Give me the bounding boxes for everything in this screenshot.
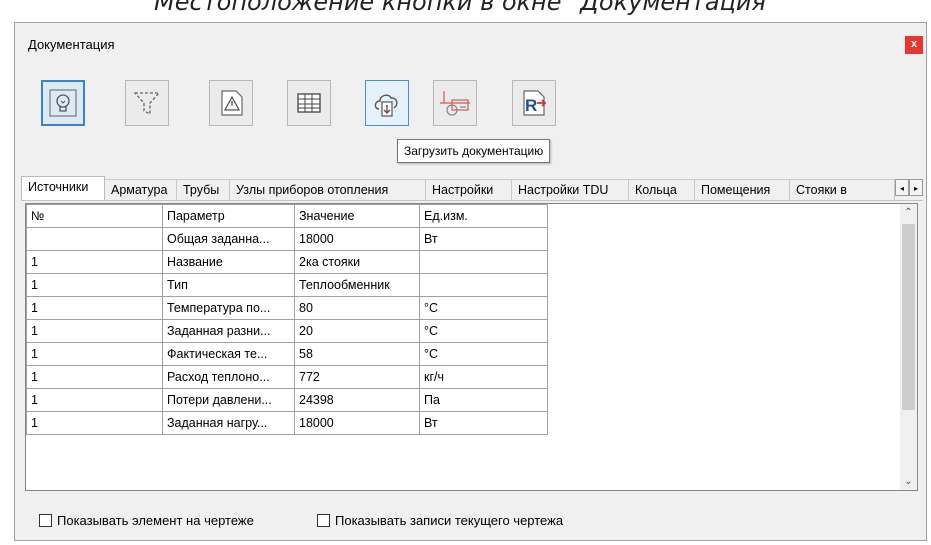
cell-unit[interactable]: Па: [419, 388, 548, 412]
table-row[interactable]: 1 Название 2ка стояки: [26, 250, 548, 274]
cell-unit[interactable]: Вт: [419, 411, 548, 435]
cell-value[interactable]: 18000: [294, 227, 420, 251]
table-row[interactable]: 1 Фактическая те... 58 °С: [26, 342, 548, 366]
caption: Местоположение кнопки в окне "Документац…: [154, 0, 777, 16]
tab-risers[interactable]: Стояки в: [789, 179, 895, 200]
column-header-value[interactable]: Значение: [294, 204, 420, 228]
tab-settings-tdu[interactable]: Настройки TDU: [511, 179, 629, 200]
cell-unit[interactable]: кг/ч: [419, 365, 548, 389]
tab-scroll-right[interactable]: ▸: [909, 179, 923, 196]
cell-unit[interactable]: Вт: [419, 227, 548, 251]
scroll-down-icon[interactable]: ⌄: [900, 473, 917, 490]
cell-number[interactable]: 1: [26, 296, 163, 320]
cell-value[interactable]: 2ка стояки: [294, 250, 420, 274]
cell-number[interactable]: [26, 227, 163, 251]
tab-settings[interactable]: Настройки: [425, 179, 512, 200]
tab-heater-nodes[interactable]: Узлы приборов отопления: [229, 179, 426, 200]
table-row[interactable]: 1 Температура по... 80 °С: [26, 296, 548, 320]
cell-parameter[interactable]: Тип: [162, 273, 295, 297]
cell-unit[interactable]: °С: [419, 342, 548, 366]
cell-number[interactable]: 1: [26, 411, 163, 435]
filter-button[interactable]: [125, 80, 169, 126]
window-title: Документация: [28, 37, 115, 52]
parameters-grid: № Параметр Значение Ед.изм. Общая заданн…: [25, 203, 918, 491]
warning-icon: [221, 90, 243, 116]
cell-unit[interactable]: [419, 273, 548, 297]
table-row[interactable]: 1 Расход теплоно... 772 кг/ч: [26, 365, 548, 389]
show-records-checkbox[interactable]: [317, 514, 330, 527]
show-element-checkbox[interactable]: [39, 514, 52, 527]
tooltip: Загрузить документацию: [397, 139, 551, 163]
pipe-refresh-icon: [440, 91, 470, 116]
cell-number[interactable]: 1: [26, 342, 163, 366]
column-header-number[interactable]: №: [26, 204, 163, 228]
warning-button[interactable]: [209, 80, 253, 126]
cell-parameter[interactable]: Заданная нагру...: [162, 411, 295, 435]
close-button[interactable]: x: [905, 36, 923, 54]
cell-value[interactable]: 80: [294, 296, 420, 320]
documentation-window: Документация x R Загрузить документацию …: [14, 22, 927, 541]
show-records-option[interactable]: Показывать записи текущего чертежа: [317, 513, 563, 528]
lightbulb-icon: [49, 89, 77, 117]
table-button[interactable]: [287, 80, 331, 126]
cell-unit[interactable]: °С: [419, 319, 548, 343]
tab-pipes[interactable]: Трубы: [176, 179, 230, 200]
cell-parameter[interactable]: Расход теплоно...: [162, 365, 295, 389]
cell-value[interactable]: Теплообменник: [294, 273, 420, 297]
table-row[interactable]: 1 Тип Теплообменник: [26, 273, 548, 297]
cell-value[interactable]: 772: [294, 365, 420, 389]
cell-parameter[interactable]: Общая заданна...: [162, 227, 295, 251]
tab-scroll-left[interactable]: ◂: [895, 179, 909, 196]
cell-parameter[interactable]: Температура по...: [162, 296, 295, 320]
table-header-row: № Параметр Значение Ед.изм.: [26, 204, 548, 228]
cell-number[interactable]: 1: [26, 388, 163, 412]
filter-icon: [133, 92, 161, 116]
table-row[interactable]: 1 Заданная разни... 20 °С: [26, 319, 548, 343]
cell-value[interactable]: 18000: [294, 411, 420, 435]
cell-unit[interactable]: °С: [419, 296, 548, 320]
cell-number[interactable]: 1: [26, 250, 163, 274]
tab-sources[interactable]: Источники: [21, 176, 105, 200]
cell-number[interactable]: 1: [26, 273, 163, 297]
tab-fittings[interactable]: Арматура: [104, 179, 177, 200]
revit-export-icon: R: [523, 90, 547, 116]
cell-parameter[interactable]: Название: [162, 250, 295, 274]
cell-number[interactable]: 1: [26, 319, 163, 343]
scroll-up-icon[interactable]: ⌃: [900, 204, 917, 221]
title-bar: Документация x: [15, 23, 926, 69]
column-header-unit[interactable]: Ед.изм.: [419, 204, 548, 228]
show-element-option[interactable]: Показывать элемент на чертеже: [39, 513, 254, 528]
cell-parameter[interactable]: Потери давлени...: [162, 388, 295, 412]
cell-value[interactable]: 20: [294, 319, 420, 343]
tab-strip: Источники Арматура Трубы Узлы приборов о…: [21, 176, 923, 201]
vertical-scrollbar[interactable]: ⌃ ⌄: [900, 204, 917, 490]
tab-rings[interactable]: Кольца: [628, 179, 695, 200]
svg-text:R: R: [525, 96, 537, 115]
cloud-download-icon: [374, 94, 398, 117]
pipe-refresh-button[interactable]: [433, 80, 477, 126]
show-records-label: Показывать записи текущего чертежа: [335, 513, 564, 528]
cell-parameter[interactable]: Фактическая те...: [162, 342, 295, 366]
table-row[interactable]: 1 Потери давлени... 24398 Па: [26, 388, 548, 412]
cell-unit[interactable]: [419, 250, 548, 274]
scrollbar-thumb[interactable]: [902, 224, 915, 410]
column-header-parameter[interactable]: Параметр: [162, 204, 295, 228]
tab-rooms[interactable]: Помещения: [694, 179, 790, 200]
cell-parameter[interactable]: Заданная разни...: [162, 319, 295, 343]
parameters-table: № Параметр Значение Ед.изм. Общая заданн…: [26, 204, 548, 435]
cell-value[interactable]: 58: [294, 342, 420, 366]
show-element-label: Показывать элемент на чертеже: [57, 513, 254, 528]
lightbulb-button[interactable]: [41, 80, 85, 126]
cell-value[interactable]: 24398: [294, 388, 420, 412]
table-row[interactable]: Общая заданна... 18000 Вт: [26, 227, 548, 251]
revit-export-button[interactable]: R: [512, 80, 556, 126]
download-documentation-button[interactable]: [365, 80, 409, 126]
table-row[interactable]: 1 Заданная нагру... 18000 Вт: [26, 411, 548, 435]
cell-number[interactable]: 1: [26, 365, 163, 389]
table-icon: [297, 93, 321, 113]
